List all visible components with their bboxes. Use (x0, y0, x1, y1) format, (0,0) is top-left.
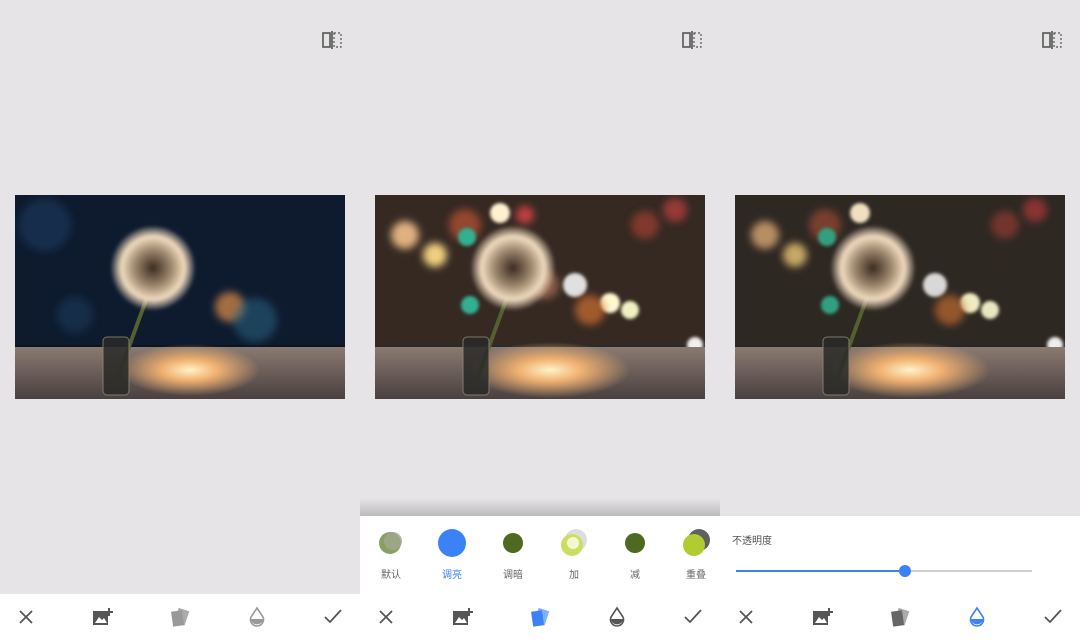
slider-fill (736, 570, 905, 572)
close-button[interactable] (731, 602, 761, 632)
opacity-button[interactable] (962, 602, 992, 632)
blend-mode-label: 加 (569, 570, 579, 581)
sheet-shadow (360, 498, 720, 516)
apply-button[interactable] (318, 602, 348, 632)
compare-icon (682, 31, 702, 49)
dandelion-photo-opacity (735, 195, 1065, 399)
compare-icon (322, 31, 342, 49)
photo-canvas[interactable] (15, 195, 345, 399)
add-image-button[interactable] (808, 602, 838, 632)
blend-add-icon (561, 529, 587, 556)
photo-canvas[interactable] (735, 195, 1065, 399)
check-icon (1044, 609, 1062, 624)
blend-mode-label: 减 (630, 570, 640, 581)
blend-mode-overlay[interactable]: 重叠 (670, 528, 720, 581)
close-button[interactable] (371, 602, 401, 632)
bottom-toolbar (360, 594, 720, 640)
dandelion-photo (15, 195, 345, 399)
editor-panel-opacity: 不透明度 (720, 0, 1080, 640)
compare-button[interactable] (678, 30, 706, 50)
opacity-sheet: 不透明度 (720, 516, 1080, 594)
opacity-drop-icon (609, 606, 625, 627)
photo-canvas[interactable] (375, 195, 705, 399)
close-button[interactable] (11, 602, 41, 632)
blend-subtract-icon (625, 533, 645, 553)
blend-mode-darken[interactable]: 调暗 (487, 528, 539, 581)
check-icon (684, 609, 702, 624)
blend-default-icon (379, 532, 402, 554)
bottom-toolbar (0, 594, 360, 640)
bottom-toolbar (720, 594, 1080, 640)
dandelion-photo-blended (375, 195, 705, 399)
opacity-button[interactable] (242, 602, 272, 632)
opacity-button[interactable] (602, 602, 632, 632)
close-icon (19, 610, 33, 624)
blend-mode-label: 调暗 (503, 570, 523, 581)
blend-mode-subtract[interactable]: 减 (609, 528, 661, 581)
blend-mode-label: 默认 (381, 570, 401, 581)
blend-darken-icon (503, 533, 523, 553)
layers-icon (891, 607, 910, 627)
apply-button[interactable] (1038, 602, 1068, 632)
layers-button[interactable] (165, 602, 195, 632)
add-image-icon (813, 608, 833, 625)
opacity-slider[interactable] (736, 564, 1032, 578)
add-image-button[interactable] (448, 602, 478, 632)
close-icon (379, 610, 393, 624)
add-image-icon (453, 608, 473, 625)
close-icon (739, 610, 753, 624)
editor-panel-original (0, 0, 360, 640)
editor-panel-blend: 默认 调亮 调暗 加 减 重叠 (360, 0, 720, 640)
slider-thumb[interactable] (898, 565, 911, 577)
compare-button[interactable] (318, 30, 346, 50)
layers-icon (531, 607, 550, 627)
compare-button[interactable] (1038, 30, 1066, 50)
blend-mode-default[interactable]: 默认 (365, 528, 417, 581)
apply-button[interactable] (678, 602, 708, 632)
layers-icon (171, 607, 190, 627)
check-icon (324, 609, 342, 624)
blend-mode-label: 调亮 (442, 570, 462, 581)
layers-button[interactable] (885, 602, 915, 632)
blend-mode-lighten[interactable]: 调亮 (426, 528, 478, 581)
compare-icon (1042, 31, 1062, 49)
opacity-drop-icon (249, 606, 265, 627)
opacity-drop-icon (969, 606, 985, 627)
blend-mode-add[interactable]: 加 (548, 528, 600, 581)
add-image-button[interactable] (88, 602, 118, 632)
blend-mode-label: 重叠 (686, 570, 706, 581)
opacity-label: 不透明度 (732, 536, 772, 547)
add-image-icon (93, 608, 113, 625)
blend-overlay-icon (683, 529, 710, 556)
blend-lighten-icon (438, 529, 466, 557)
blend-mode-sheet: 默认 调亮 调暗 加 减 重叠 (360, 516, 720, 594)
layers-button[interactable] (525, 602, 555, 632)
